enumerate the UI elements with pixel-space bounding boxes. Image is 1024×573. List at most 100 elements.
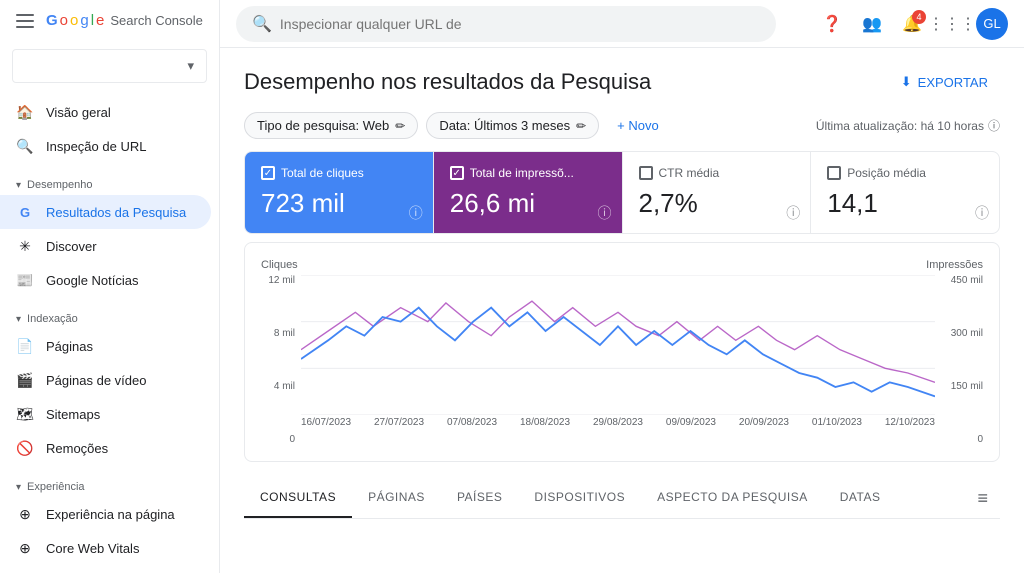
x-axis-labels: 16/07/2023 27/07/2023 07/08/2023 18/08/2… bbox=[301, 417, 935, 428]
date-filter[interactable]: Data: Últimos 3 meses ✏ bbox=[426, 112, 599, 139]
metric-header: Total de impressõ... bbox=[450, 166, 606, 180]
tabs-container: CONSULTAS PÁGINAS PAÍSES DISPOSITIVOS AS… bbox=[244, 478, 1000, 519]
search-icon: 🔍 bbox=[16, 137, 34, 155]
chart-right-label: Impressões bbox=[926, 259, 983, 271]
tab-aspecto-pesquisa[interactable]: ASPECTO DA PESQUISA bbox=[641, 478, 824, 518]
sidebar-item-resultados-pesquisa[interactable]: G Resultados da Pesquisa bbox=[0, 195, 211, 229]
metric-value: 26,6 mi bbox=[450, 188, 606, 219]
sidebar-item-label: Sitemaps bbox=[46, 407, 100, 422]
nav-section-indexacao[interactable]: ▾ Indexação bbox=[0, 305, 219, 329]
sidebar-item-google-noticias[interactable]: 📰 Google Notícias bbox=[0, 263, 211, 297]
export-icon: ⬇ bbox=[901, 74, 912, 90]
nav-section-desempenho[interactable]: ▾ Desempenho bbox=[0, 171, 219, 195]
people-icon[interactable]: 👥 bbox=[856, 8, 888, 40]
help-icon[interactable]: ⓘ bbox=[409, 203, 423, 223]
chart-container: Cliques Impressões 12 mil 8 mil 4 mil 0 bbox=[244, 242, 1000, 462]
app-name-text: Search Console bbox=[110, 13, 203, 28]
help-icon[interactable]: ❓ bbox=[816, 8, 848, 40]
search-input[interactable] bbox=[280, 16, 760, 32]
sidebar-header: Google Search Console bbox=[0, 0, 219, 41]
main-content: 🔍 ❓ 👥 🔔 4 ⋮⋮⋮ GL Desempenho nos resultad… bbox=[220, 0, 1024, 573]
sidebar-item-paginas-video[interactable]: 🎬 Páginas de vídeo bbox=[0, 363, 211, 397]
menu-icon[interactable] bbox=[16, 14, 34, 28]
chevron-icon: ▾ bbox=[16, 482, 21, 493]
sidebar-item-paginas[interactable]: 📄 Páginas bbox=[0, 329, 211, 363]
nav-section-experiencia[interactable]: ▾ Experiência bbox=[0, 473, 219, 497]
edit-icon: ✏ bbox=[395, 119, 405, 133]
sidebar-item-label: Experiência na página bbox=[46, 507, 175, 522]
sidebar-item-remocoes[interactable]: 🚫 Remoções bbox=[0, 431, 211, 465]
add-filter-button[interactable]: + Novo bbox=[607, 113, 669, 138]
section-label: Desempenho bbox=[27, 179, 92, 191]
help-icon[interactable]: ⓘ bbox=[786, 203, 800, 223]
property-selector[interactable]: ▾ bbox=[12, 49, 207, 83]
page-header: Desempenho nos resultados da Pesquisa ⬇ … bbox=[244, 68, 1000, 96]
chevron-icon: ▾ bbox=[16, 314, 21, 325]
filter-label: Data: Últimos 3 meses bbox=[439, 118, 570, 133]
y-axis-left: 12 mil 8 mil 4 mil 0 bbox=[261, 275, 301, 445]
metric-checkbox[interactable] bbox=[261, 166, 275, 180]
sidebar-item-discover[interactable]: ✳ Discover bbox=[0, 229, 211, 263]
url-search-bar[interactable]: 🔍 bbox=[236, 6, 776, 42]
metric-posicao-media[interactable]: Posição média 14,1 ⓘ bbox=[811, 152, 999, 233]
metric-value: 14,1 bbox=[827, 188, 983, 219]
metric-checkbox[interactable] bbox=[827, 166, 841, 180]
chart-area: 12 mil 8 mil 4 mil 0 bbox=[261, 275, 983, 445]
metric-value: 723 mil bbox=[261, 188, 417, 219]
metrics-row: Total de cliques 723 mil ⓘ Total de impr… bbox=[244, 151, 1000, 234]
sidebar-item-core-web-vitals[interactable]: ⊕ Core Web Vitals bbox=[0, 531, 211, 565]
info-icon[interactable]: ⓘ bbox=[988, 117, 1000, 134]
sidebar-item-visao-geral[interactable]: 🏠 Visão geral bbox=[0, 95, 211, 129]
remove-icon: 🚫 bbox=[16, 439, 34, 457]
filters-row: Tipo de pesquisa: Web ✏ Data: Últimos 3 … bbox=[244, 112, 1000, 139]
sidebar-item-label: Resultados da Pesquisa bbox=[46, 205, 186, 220]
tab-paginas[interactable]: PÁGINAS bbox=[352, 478, 441, 518]
sitemap-icon: 🗺 bbox=[16, 405, 34, 423]
metric-checkbox[interactable] bbox=[450, 166, 464, 180]
help-icon[interactable]: ⓘ bbox=[975, 203, 989, 223]
sidebar-item-inspecao-url[interactable]: 🔍 Inspeção de URL bbox=[0, 129, 211, 163]
google-g-icon: G bbox=[16, 203, 34, 221]
apps-icon[interactable]: ⋮⋮⋮ bbox=[936, 8, 968, 40]
export-label: EXPORTAR bbox=[918, 75, 988, 90]
sidebar-item-label: Visão geral bbox=[46, 105, 111, 120]
tab-dispositivos[interactable]: DISPOSITIVOS bbox=[518, 478, 641, 518]
sidebar-item-label: Google Notícias bbox=[46, 273, 139, 288]
nav-desempenho: ▾ Desempenho G Resultados da Pesquisa ✳ … bbox=[0, 167, 219, 301]
sidebar-item-sitemaps[interactable]: 🗺 Sitemaps bbox=[0, 397, 211, 431]
export-button[interactable]: ⬇ EXPORTAR bbox=[889, 68, 1000, 96]
y-axis-right: 450 mil 300 mil 150 mil 0 bbox=[935, 275, 983, 445]
help-icon[interactable]: ⓘ bbox=[598, 203, 612, 223]
sidebar-item-experiencia-pagina[interactable]: ⊕ Experiência na página bbox=[0, 497, 211, 531]
metric-header: Total de cliques bbox=[261, 166, 417, 180]
metric-total-impressoes[interactable]: Total de impressõ... 26,6 mi ⓘ bbox=[434, 152, 623, 233]
avatar[interactable]: GL bbox=[976, 8, 1008, 40]
search-type-filter[interactable]: Tipo de pesquisa: Web ✏ bbox=[244, 112, 418, 139]
sidebar-item-label: Páginas de vídeo bbox=[46, 373, 146, 388]
metric-header: Posição média bbox=[827, 166, 983, 180]
edit-icon: ✏ bbox=[576, 119, 586, 133]
sidebar-item-facilidade-uso[interactable]: ⊕ Facilidade de uso em di... bbox=[0, 565, 211, 573]
tab-paises[interactable]: PAÍSES bbox=[441, 478, 518, 518]
last-update: Última atualização: há 10 horas ⓘ bbox=[816, 117, 1000, 134]
metric-label: Posição média bbox=[847, 166, 926, 180]
discover-icon: ✳ bbox=[16, 237, 34, 255]
notification-badge: 4 bbox=[912, 10, 926, 24]
app-logo: Google Search Console bbox=[46, 12, 203, 29]
metric-checkbox[interactable] bbox=[639, 166, 653, 180]
metric-total-cliques[interactable]: Total de cliques 723 mil ⓘ bbox=[245, 152, 434, 233]
new-filter-label: + Novo bbox=[617, 118, 659, 133]
chevron-down-icon: ▾ bbox=[187, 58, 194, 74]
chart-left-label: Cliques bbox=[261, 259, 298, 271]
vitals-icon: ⊕ bbox=[16, 539, 34, 557]
sidebar-item-label: Remoções bbox=[46, 441, 108, 456]
notification-icon[interactable]: 🔔 4 bbox=[896, 8, 928, 40]
metric-ctr-media[interactable]: CTR média 2,7% ⓘ bbox=[623, 152, 812, 233]
metric-label: Total de cliques bbox=[281, 166, 364, 180]
tabs-filter-action: ≡ bbox=[977, 488, 1000, 509]
tab-consultas[interactable]: CONSULTAS bbox=[244, 478, 352, 518]
metric-label: CTR média bbox=[659, 166, 720, 180]
tab-datas[interactable]: DATAS bbox=[824, 478, 897, 518]
filter-rows-icon[interactable]: ≡ bbox=[977, 488, 988, 509]
page-title: Desempenho nos resultados da Pesquisa bbox=[244, 69, 651, 95]
